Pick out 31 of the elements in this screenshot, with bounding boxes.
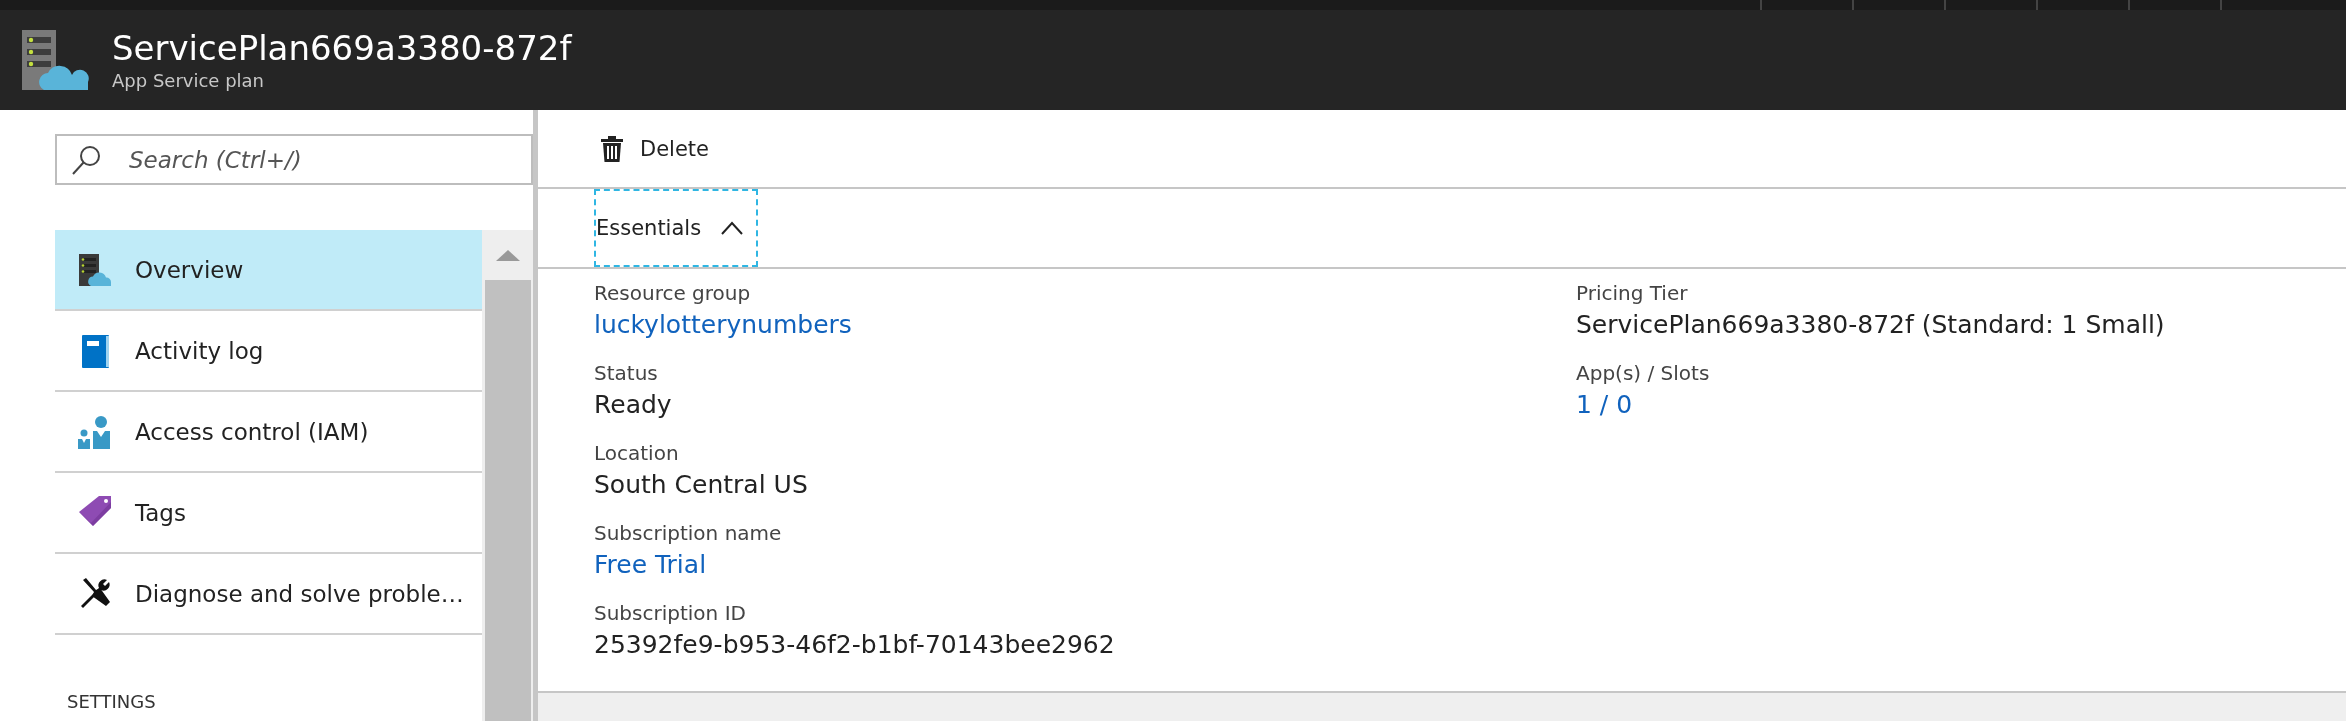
field-link[interactable]: 1 / 0	[1576, 387, 1633, 423]
chevron-up-icon	[721, 221, 744, 235]
plan-icon	[77, 251, 113, 288]
field-label: Pricing Tier	[1576, 280, 1689, 307]
field-label: Resource group	[594, 280, 752, 307]
field-label: Status	[594, 360, 659, 387]
field-link[interactable]: Free Trial	[594, 547, 707, 583]
page-title: ServicePlan669a3380-872f	[112, 27, 572, 69]
field-value: 25392fe9-b953-46f2-b1bf-70143bee2962	[594, 629, 1116, 661]
nav-item[interactable]: Activity log	[55, 311, 482, 392]
scroll-up-arrow-icon[interactable]	[495, 250, 520, 261]
field-label: Subscription ID	[594, 600, 747, 627]
nav-item[interactable]: Tags	[55, 473, 482, 554]
essentials-toggle[interactable]: Essentials	[594, 189, 758, 267]
server-cloud-icon	[20, 28, 90, 92]
field-link[interactable]: luckylotterynumbers	[594, 307, 852, 343]
people-icon	[77, 413, 113, 450]
trash-icon	[600, 135, 624, 162]
delete-button[interactable]: Delete	[600, 131, 709, 166]
field-value: ServicePlan669a3380-872f (Standard: 1 Small)	[1576, 309, 2166, 341]
field-value: South Central US	[594, 469, 809, 501]
field-label: Location	[594, 440, 680, 467]
section-heading: SETTINGS	[66, 690, 157, 712]
search-field[interactable]: Search (Ctrl+/)	[55, 134, 533, 185]
scrollbar[interactable]	[482, 230, 533, 721]
field-value: Ready	[594, 389, 673, 421]
page-subtitle: App Service plan	[112, 69, 265, 93]
field-label: Subscription name	[594, 520, 783, 547]
field-label: App(s) / Slots	[1576, 360, 1711, 387]
nav-item[interactable]: Overview	[55, 230, 482, 311]
scroll-thumb[interactable]	[485, 280, 531, 721]
